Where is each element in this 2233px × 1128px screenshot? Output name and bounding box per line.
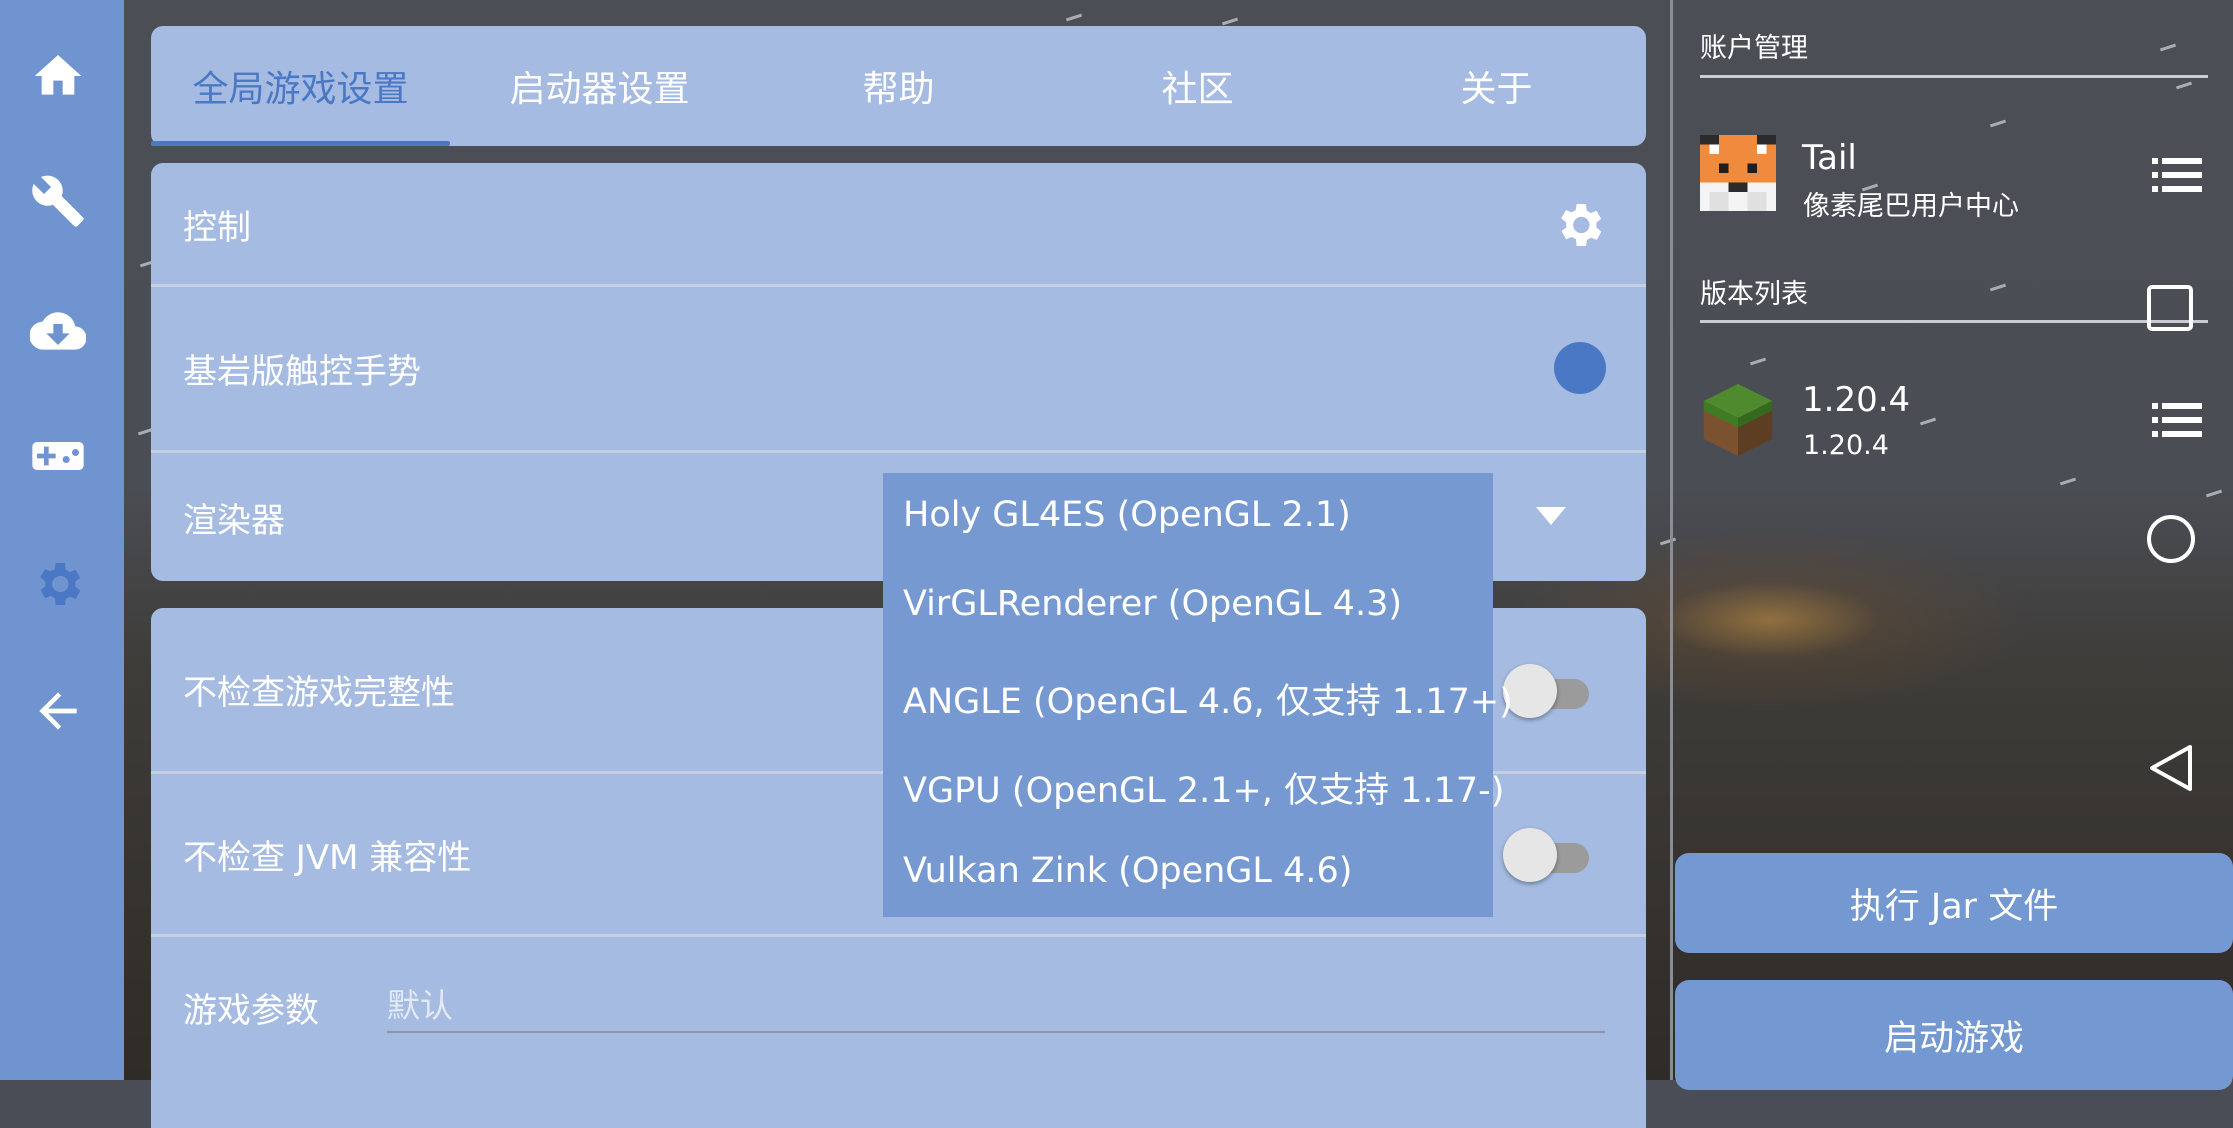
- version-section-label: 版本列表: [1700, 279, 1808, 310]
- setting-label: 基岩版触控手势: [183, 352, 421, 392]
- account-section-label: 账户管理: [1700, 33, 1808, 64]
- launch-game-button[interactable]: 启动游戏: [1675, 980, 2233, 1090]
- gear-icon: [40, 563, 81, 605]
- tab-label: 全局游戏设置: [192, 69, 409, 110]
- recents-square-icon[interactable]: [2146, 284, 2196, 334]
- skip-integrity-toggle[interactable]: [1503, 662, 1591, 718]
- setting-label: 游戏参数: [183, 990, 319, 1031]
- chevron-down-icon[interactable]: [1536, 507, 1566, 525]
- home-button[interactable]: [22, 40, 94, 112]
- tools-button[interactable]: [22, 165, 94, 237]
- back-triangle-icon[interactable]: [2146, 743, 2196, 793]
- run-jar-label: 执行 Jar 文件: [1849, 886, 2059, 927]
- setting-label: 不检查 JVM 兼容性: [183, 837, 472, 878]
- gamepad-icon: [32, 442, 84, 470]
- divider: [1700, 75, 2208, 78]
- divider: [1700, 320, 2208, 323]
- renderer-option[interactable]: Holy GL4ES (OpenGL 2.1): [903, 495, 1351, 535]
- account-name: Tail: [1802, 138, 1857, 178]
- home-circle-icon[interactable]: [2146, 514, 2196, 564]
- home-icon: [34, 55, 82, 95]
- controls-button[interactable]: [22, 420, 94, 492]
- version-name: 1.20.4: [1802, 380, 1911, 420]
- setting-row-control[interactable]: 控制: [151, 163, 1646, 286]
- tab-launcher-settings[interactable]: 启动器设置: [450, 26, 749, 146]
- renderer-option[interactable]: VGPU (OpenGL 2.1+, 仅支持 1.17-): [903, 762, 1504, 813]
- tab-global-game-settings[interactable]: 全局游戏设置: [151, 26, 450, 146]
- skip-jvm-toggle[interactable]: [1503, 826, 1591, 882]
- setting-label: 不检查游戏完整性: [183, 673, 455, 713]
- back-button[interactable]: [22, 675, 94, 747]
- run-jar-button[interactable]: 执行 Jar 文件: [1675, 853, 2233, 953]
- list-menu-icon[interactable]: [2152, 158, 2202, 192]
- version-subtitle: 1.20.4: [1803, 430, 1889, 461]
- active-tab-indicator: [151, 141, 450, 146]
- download-button[interactable]: [22, 295, 94, 367]
- renderer-option[interactable]: VirGLRenderer (OpenGL 4.3): [903, 584, 1402, 624]
- settings-tab-bar: 全局游戏设置 启动器设置 帮助 社区 关于: [151, 26, 1646, 146]
- cloud-download-icon: [30, 312, 86, 350]
- list-menu-icon[interactable]: [2152, 403, 2202, 437]
- panel-divider: [1670, 0, 1673, 1080]
- launch-game-label: 启动游戏: [1883, 1018, 2024, 1059]
- tab-about[interactable]: 关于: [1347, 26, 1646, 146]
- back-arrow-icon: [39, 692, 77, 730]
- gear-icon[interactable]: [1551, 197, 1607, 253]
- game-args-placeholder: 默认: [387, 986, 453, 1025]
- setting-row-game-args: 游戏参数 默认: [151, 937, 1646, 1077]
- tab-label: 社区: [1161, 69, 1234, 110]
- game-args-input[interactable]: 默认: [387, 969, 1605, 1033]
- renderer-dropdown-menu: Holy GL4ES (OpenGL 2.1) VirGLRenderer (O…: [883, 473, 1513, 917]
- account-provider: 像素尾巴用户中心: [1803, 191, 2019, 222]
- renderer-option[interactable]: ANGLE (OpenGL 4.6, 仅支持 1.17+): [903, 673, 1513, 724]
- settings-button[interactable]: [22, 548, 94, 620]
- tab-help[interactable]: 帮助: [749, 26, 1048, 146]
- setting-label: 控制: [183, 208, 251, 248]
- wrench-icon: [32, 175, 84, 227]
- setting-label: 渲染器: [183, 500, 285, 541]
- bedrock-touch-toggle[interactable]: [1554, 342, 1606, 394]
- tab-label: 帮助: [862, 69, 935, 110]
- tab-label: 关于: [1460, 69, 1533, 110]
- nav-rail: [0, 0, 124, 1080]
- tab-label: 启动器设置: [509, 69, 690, 110]
- renderer-option[interactable]: Vulkan Zink (OpenGL 4.6): [903, 851, 1352, 891]
- avatar[interactable]: [1700, 135, 1776, 211]
- fox-avatar-icon: [1700, 135, 1776, 211]
- setting-row-bedrock-touch[interactable]: 基岩版触控手势: [151, 287, 1646, 450]
- tab-community[interactable]: 社区: [1048, 26, 1347, 146]
- grass-block-icon[interactable]: [1700, 380, 1776, 460]
